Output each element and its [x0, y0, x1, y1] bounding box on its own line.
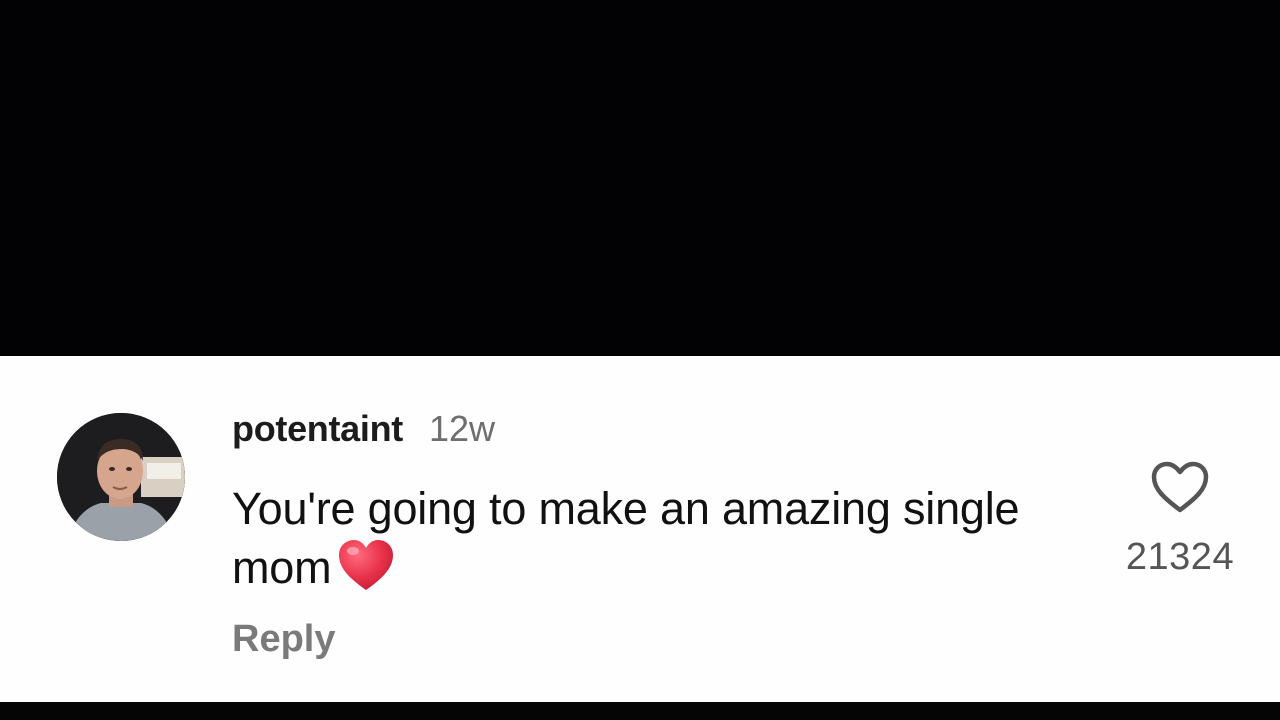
heart-outline-icon — [1151, 461, 1209, 513]
timestamp: 12w — [428, 408, 496, 449]
avatar-photo — [57, 413, 185, 541]
bottom-edge — [0, 702, 1280, 720]
video-area[interactable] — [0, 0, 1280, 356]
like-count: 21324 — [1125, 536, 1235, 578]
red-heart-emoji — [337, 538, 395, 592]
username[interactable]: potentaint — [232, 408, 403, 450]
like-button[interactable] — [1148, 458, 1212, 516]
reply-button[interactable]: Reply — [232, 618, 335, 661]
avatar[interactable] — [57, 413, 185, 541]
comment-body: You're going to make an amazing single m… — [232, 480, 1032, 597]
comment-card: potentaint 12w You're going to make an a… — [0, 356, 1280, 702]
comment-header: potentaint 12w — [232, 408, 495, 452]
